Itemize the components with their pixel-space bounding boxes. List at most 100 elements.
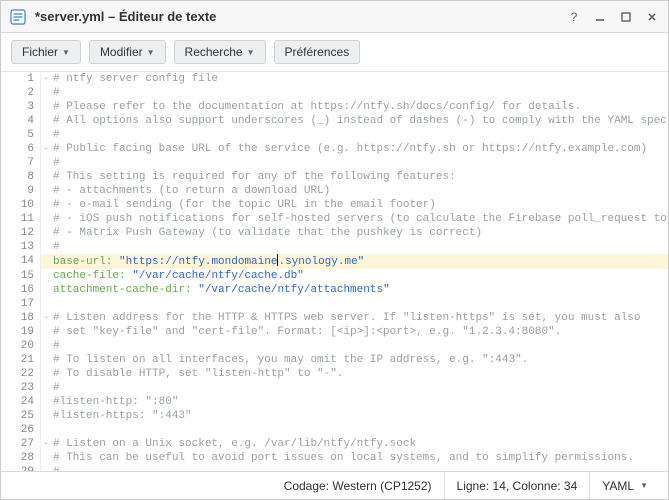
line-number: 22: [1, 367, 41, 381]
line-number: 27: [1, 437, 41, 451]
maximize-button[interactable]: [618, 9, 634, 25]
code-content[interactable]: #listen-http: ":80": [51, 395, 668, 409]
code-line[interactable]: 15cache-file: "/var/cache/ntfy/cache.db": [1, 269, 668, 283]
code-content[interactable]: #: [51, 156, 668, 170]
fold-marker: [41, 212, 51, 226]
code-line[interactable]: 5#: [1, 128, 668, 142]
fold-marker[interactable]: -: [41, 142, 51, 156]
statusbar: Codage: Western (CP1252) Ligne: 14, Colo…: [1, 471, 668, 499]
code-content[interactable]: [51, 297, 668, 311]
code-content[interactable]: # All options also support underscores (…: [51, 114, 668, 128]
code-line[interactable]: 19# set "key-file" and "cert-file". Form…: [1, 325, 668, 339]
line-number: 7: [1, 156, 41, 170]
fold-marker[interactable]: -: [41, 311, 51, 325]
line-number: 11: [1, 212, 41, 226]
code-content[interactable]: attachment-cache-dir: "/var/cache/ntfy/a…: [51, 283, 668, 297]
code-content[interactable]: #: [51, 86, 668, 100]
close-button[interactable]: [644, 9, 660, 25]
code-content[interactable]: cache-file: "/var/cache/ntfy/cache.db": [51, 269, 668, 283]
code-content[interactable]: # set "key-file" and "cert-file". Format…: [51, 325, 668, 339]
code-line[interactable]: 14base-url: "https://ntfy.mondomaine.syn…: [1, 254, 668, 269]
chevron-down-icon: ▼: [640, 481, 648, 490]
code-line[interactable]: 12 # - Matrix Push Gateway (to validate t…: [1, 226, 668, 240]
code-content[interactable]: # Listen address for the HTTP & HTTPS we…: [51, 311, 668, 325]
code-line[interactable]: 22 # To disable HTTP, set "listen-http" t…: [1, 367, 668, 381]
code-content[interactable]: #: [51, 240, 668, 254]
file-menu[interactable]: Fichier▼: [11, 40, 81, 64]
language-selector[interactable]: YAML ▼: [589, 472, 660, 499]
fold-marker: [41, 156, 51, 170]
code-content[interactable]: # - Matrix Push Gateway (to validate tha…: [51, 226, 668, 240]
code-content[interactable]: # Please refer to the documentation at h…: [51, 100, 668, 114]
code-line[interactable]: 23 #: [1, 381, 668, 395]
code-content[interactable]: #listen-https: ":443": [51, 409, 668, 423]
code-line[interactable]: 11 # - iOS push notifications for self-ho…: [1, 212, 668, 226]
code-line[interactable]: 18-# Listen address for the HTTP & HTTPS…: [1, 311, 668, 325]
help-button[interactable]: ?: [566, 9, 582, 25]
fold-marker: [41, 409, 51, 423]
code-content[interactable]: # This setting is required for any of th…: [51, 170, 668, 184]
line-number: 20: [1, 339, 41, 353]
fold-marker: [41, 353, 51, 367]
line-number: 24: [1, 395, 41, 409]
code-line[interactable]: 13#: [1, 240, 668, 254]
encoding-cell[interactable]: Codage: Western (CP1252): [272, 472, 444, 499]
code-content[interactable]: # - e-mail sending (for the topic URL in…: [51, 198, 668, 212]
code-content[interactable]: # Public facing base URL of the service …: [51, 142, 668, 156]
code-line[interactable]: 3# Please refer to the documentation at …: [1, 100, 668, 114]
code-line[interactable]: 8 # This setting is required for any of t…: [1, 170, 668, 184]
fold-marker: [41, 381, 51, 395]
code-content[interactable]: #: [51, 339, 668, 353]
code-line[interactable]: 27-# Listen on a Unix socket, e.g. /var/…: [1, 437, 668, 451]
code-line[interactable]: 28 # This can be useful to avoid port iss…: [1, 451, 668, 465]
line-number: 23: [1, 381, 41, 395]
code-line[interactable]: 9# - attachments (to return a download U…: [1, 184, 668, 198]
code-content[interactable]: #: [51, 128, 668, 142]
code-content[interactable]: # This can be useful to avoid port issue…: [51, 451, 668, 465]
line-number: 8: [1, 170, 41, 184]
fold-marker[interactable]: -: [41, 437, 51, 451]
edit-menu[interactable]: Modifier▼: [89, 40, 166, 64]
fold-marker[interactable]: -: [41, 72, 51, 86]
chevron-down-icon: ▼: [247, 48, 255, 57]
code-line[interactable]: 2#: [1, 86, 668, 100]
language-label: YAML: [602, 479, 634, 493]
code-content[interactable]: # - iOS push notifications for self-host…: [51, 212, 668, 226]
code-line[interactable]: 4# All options also support underscores …: [1, 114, 668, 128]
line-number: 12: [1, 226, 41, 240]
code-line[interactable]: 7#: [1, 156, 668, 170]
prefs-button[interactable]: Préférences: [274, 40, 361, 64]
code-line[interactable]: 26: [1, 423, 668, 437]
code-content[interactable]: #: [51, 465, 668, 471]
code-line[interactable]: 17: [1, 297, 668, 311]
code-content[interactable]: #: [51, 381, 668, 395]
fold-marker: [41, 451, 51, 465]
code-content[interactable]: # To listen on all interfaces, you may o…: [51, 353, 668, 367]
code-line[interactable]: 29#: [1, 465, 668, 471]
code-content[interactable]: # - attachments (to return a download UR…: [51, 184, 668, 198]
fold-marker: [41, 86, 51, 100]
code-content[interactable]: base-url: "https://ntfy.mondomaine.synol…: [51, 254, 668, 269]
code-content[interactable]: [51, 423, 668, 437]
minimize-button[interactable]: [592, 9, 608, 25]
search-menu-label: Recherche: [185, 45, 243, 59]
code-line[interactable]: 20 #: [1, 339, 668, 353]
fold-marker: [41, 465, 51, 471]
code-editor[interactable]: 1-# ntfy server config file2#3# Please r…: [1, 72, 668, 471]
line-number: 28: [1, 451, 41, 465]
code-line[interactable]: 6-# Public facing base URL of the servic…: [1, 142, 668, 156]
code-line[interactable]: 10# - e-mail sending (for the topic URL …: [1, 198, 668, 212]
code-line[interactable]: 24 #listen-http: ":80": [1, 395, 668, 409]
code-content[interactable]: # To disable HTTP, set "listen-http" to …: [51, 367, 668, 381]
line-number: 25: [1, 409, 41, 423]
line-number: 2: [1, 86, 41, 100]
code-content[interactable]: # Listen on a Unix socket, e.g. /var/lib…: [51, 437, 668, 451]
code-line[interactable]: 16attachment-cache-dir: "/var/cache/ntfy…: [1, 283, 668, 297]
code-content[interactable]: # ntfy server config file: [51, 72, 668, 86]
search-menu[interactable]: Recherche ▼: [174, 40, 266, 64]
fold-marker: [41, 128, 51, 142]
code-line[interactable]: 21# To listen on all interfaces, you may…: [1, 353, 668, 367]
fold-marker: [41, 367, 51, 381]
code-line[interactable]: 25 #listen-https: ":443": [1, 409, 668, 423]
code-line[interactable]: 1-# ntfy server config file: [1, 72, 668, 86]
